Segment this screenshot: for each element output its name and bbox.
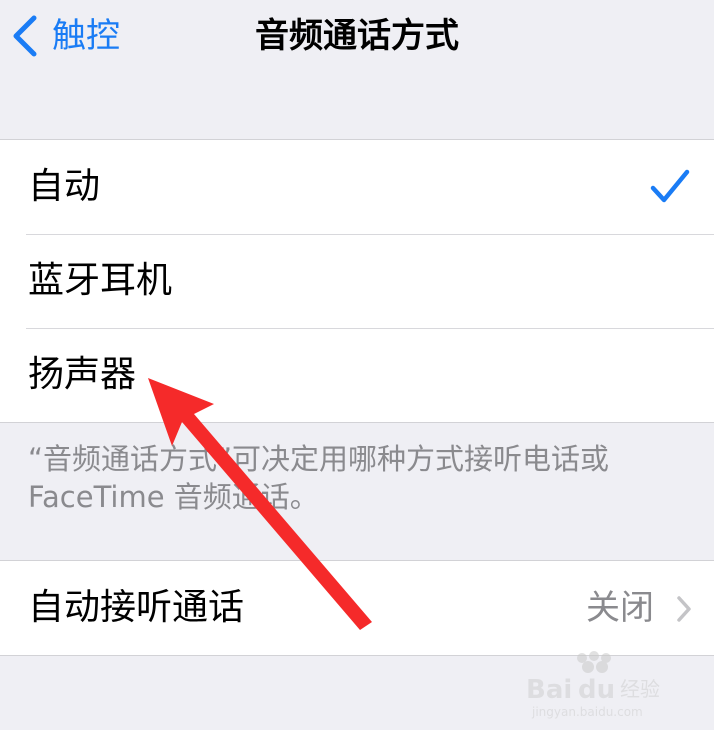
baidu-jingyan-watermark: Bai du 经验 jingyan.baidu.com [526,651,660,719]
option-label: 扬声器 [28,354,137,395]
auto-answer-group: 自动接听通话 关闭 [0,560,714,656]
svg-text:经验: 经验 [620,677,660,701]
section-footer-note: “音频通话方式”可决定用哪种方式接听电话或FaceTime 音频通话。 [28,442,610,514]
option-row-auto[interactable]: 自动 [0,140,714,234]
checkmark-icon [650,169,690,203]
chevron-right-icon [677,596,691,622]
page-title: 音频通话方式 [255,16,459,56]
option-label: 自动 [28,166,101,207]
svg-text:Bai: Bai [526,675,572,705]
svg-text:du: du [578,675,615,705]
option-row-bluetooth-headset[interactable]: 蓝牙耳机 [0,234,714,328]
audio-route-options: 自动 蓝牙耳机 扬声器 [0,139,714,423]
auto-answer-label: 自动接听通话 [28,587,245,628]
auto-answer-calls-row[interactable]: 自动接听通话 关闭 [0,561,714,655]
option-label: 蓝牙耳机 [28,260,173,301]
option-row-speaker[interactable]: 扬声器 [0,328,714,422]
auto-answer-value: 关闭 [586,588,654,628]
svg-text:jingyan.baidu.com: jingyan.baidu.com [531,705,643,719]
navigation-bar: 触控 音频通话方式 [0,0,714,78]
